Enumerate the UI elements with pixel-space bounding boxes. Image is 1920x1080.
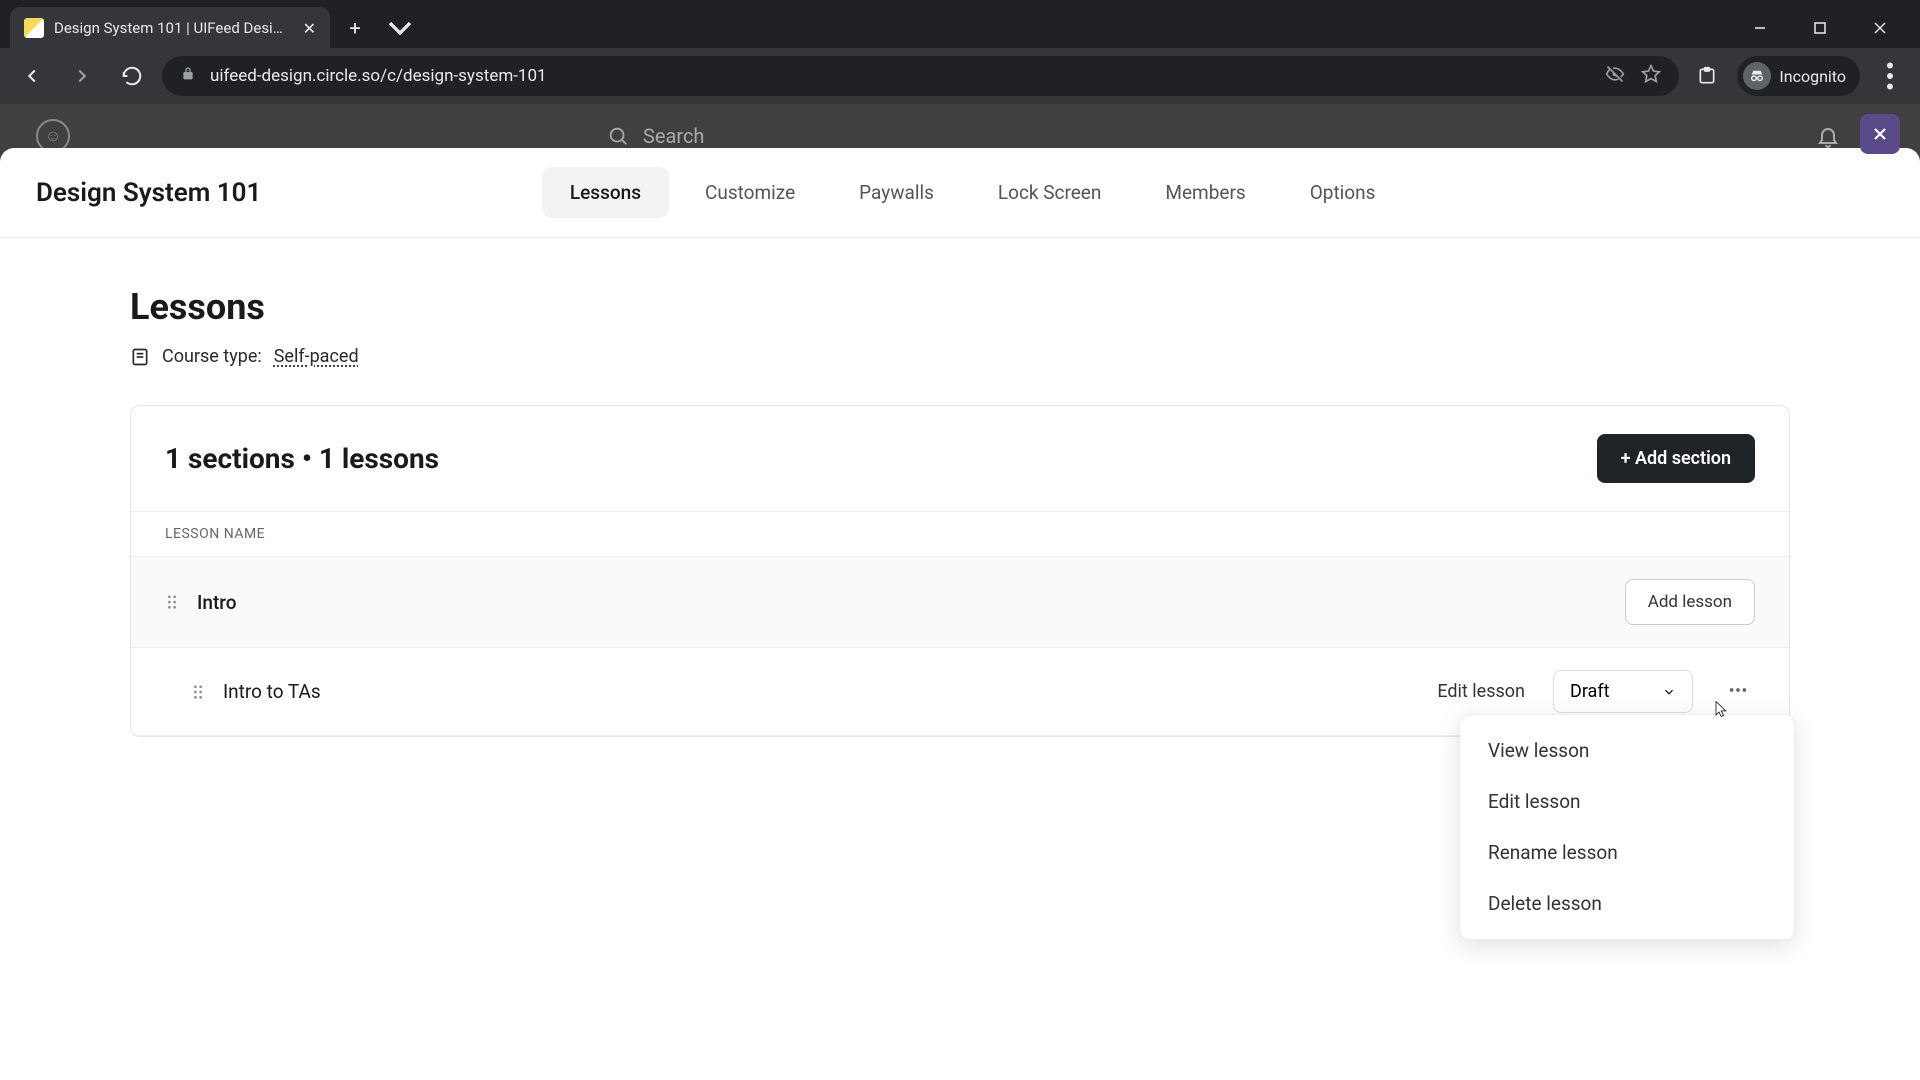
drag-handle-icon[interactable] — [165, 595, 179, 609]
search-icon — [607, 125, 629, 147]
menu-edit-lesson[interactable]: Edit lesson — [1460, 776, 1794, 827]
section-row: Intro Add lesson — [131, 557, 1789, 648]
menu-rename-lesson[interactable]: Rename lesson — [1460, 827, 1794, 878]
address-bar[interactable]: uifeed-design.circle.so/c/design-system-… — [162, 56, 1679, 96]
page-title: Lessons — [130, 286, 1790, 328]
browser-tab[interactable]: Design System 101 | UIFeed Desi… ✕ — [10, 7, 330, 49]
tab-paywalls[interactable]: Paywalls — [831, 167, 962, 218]
back-button[interactable] — [12, 56, 52, 96]
tab-lessons[interactable]: Lessons — [542, 167, 669, 218]
course-name: Design System 101 — [36, 178, 261, 208]
browser-menu-icon[interactable] — [1872, 58, 1908, 94]
close-tab-icon[interactable]: ✕ — [303, 19, 316, 38]
incognito-indicator[interactable]: Incognito — [1737, 56, 1860, 96]
reload-button[interactable] — [112, 56, 152, 96]
close-window-button[interactable] — [1850, 8, 1910, 48]
lesson-row: Intro to TAs Edit lesson Draft View less… — [131, 648, 1789, 736]
incognito-icon — [1743, 62, 1771, 90]
status-value: Draft — [1570, 681, 1610, 702]
status-select[interactable]: Draft — [1553, 670, 1693, 713]
add-section-button[interactable]: + Add section — [1597, 434, 1755, 483]
maximize-button[interactable] — [1790, 8, 1850, 48]
tab-options[interactable]: Options — [1282, 167, 1404, 218]
section-name: Intro — [197, 591, 237, 614]
more-options-button[interactable] — [1721, 673, 1755, 711]
minimize-button[interactable] — [1730, 8, 1790, 48]
tab-lock-screen[interactable]: Lock Screen — [970, 167, 1130, 218]
search-placeholder: Search — [643, 124, 704, 148]
course-settings-sheet: Design System 101 Lessons Customize Payw… — [0, 148, 1920, 1080]
bell-icon — [1816, 124, 1840, 148]
menu-delete-lesson[interactable]: Delete lesson — [1460, 878, 1794, 929]
lesson-name: Intro to TAs — [223, 680, 321, 703]
sections-count: 1 sections • 1 lessons — [165, 442, 439, 475]
course-type-icon — [130, 347, 150, 367]
menu-view-lesson[interactable]: View lesson — [1460, 725, 1794, 776]
tab-members[interactable]: Members — [1137, 167, 1273, 218]
eye-off-icon[interactable] — [1605, 64, 1625, 88]
table-header: LESSON NAME — [131, 511, 1789, 557]
new-tab-button[interactable]: + — [338, 11, 372, 45]
favicon-icon — [24, 18, 44, 38]
lesson-context-menu: View lesson Edit lesson Rename lesson De… — [1459, 714, 1795, 940]
incognito-label: Incognito — [1779, 67, 1846, 86]
bookmark-star-icon[interactable] — [1641, 64, 1661, 88]
tab-customize[interactable]: Customize — [677, 167, 823, 218]
course-type-value[interactable]: Self-paced — [274, 346, 359, 367]
close-modal-button[interactable] — [1860, 114, 1900, 154]
forward-button — [62, 56, 102, 96]
sections-card: 1 sections • 1 lessons + Add section LES… — [130, 405, 1790, 737]
tab-title: Design System 101 | UIFeed Desi… — [54, 19, 293, 37]
course-type-label: Course type: — [162, 346, 262, 367]
add-lesson-button[interactable]: Add lesson — [1625, 579, 1755, 625]
url-text: uifeed-design.circle.so/c/design-system-… — [210, 66, 547, 86]
extensions-icon[interactable] — [1689, 58, 1725, 94]
edit-lesson-link[interactable]: Edit lesson — [1437, 681, 1525, 702]
tabs-dropdown-icon[interactable] — [380, 8, 420, 48]
drag-handle-icon[interactable] — [191, 685, 205, 699]
lock-icon — [180, 66, 196, 86]
chevron-down-icon — [1662, 685, 1676, 699]
